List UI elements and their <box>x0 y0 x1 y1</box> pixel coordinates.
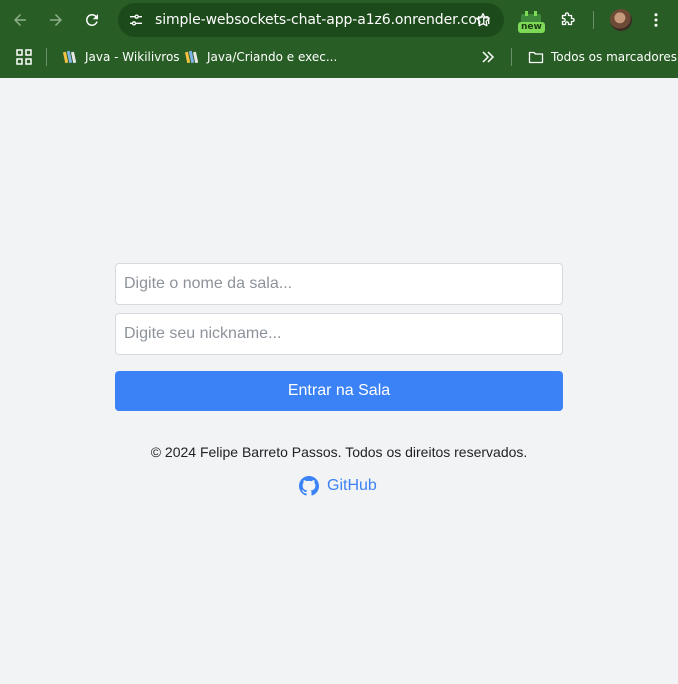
bookmarks-bar: Java - Wikilivros Java/Criando e exec...… <box>0 40 678 74</box>
room-name-input[interactable] <box>115 263 563 305</box>
nickname-input[interactable] <box>115 313 563 355</box>
enter-room-button[interactable]: Entrar na Sala <box>115 371 563 411</box>
double-chevron-right-icon <box>482 51 495 63</box>
bookmark-java-wikilivros[interactable]: Java - Wikilivros <box>62 40 180 74</box>
kebab-menu-icon <box>654 13 658 27</box>
github-label: GitHub <box>327 477 377 494</box>
apps-button[interactable] <box>16 40 32 74</box>
page-content: Entrar na Sala © 2024 Felipe Barreto Pas… <box>0 78 678 684</box>
toolbar-divider <box>593 11 594 29</box>
browser-menu-button[interactable] <box>642 6 670 34</box>
apps-grid-icon <box>16 49 32 65</box>
address-bar[interactable]: simple-websockets-chat-app-a1z6.onrender… <box>118 3 504 37</box>
bookmarks-divider <box>46 48 47 66</box>
reload-button[interactable] <box>78 6 106 34</box>
arrow-left-icon <box>14 14 26 26</box>
browser-toolbar: simple-websockets-chat-app-a1z6.onrender… <box>0 0 678 40</box>
profile-avatar[interactable] <box>610 9 632 31</box>
extensions-button[interactable] <box>553 6 581 34</box>
more-bookmarks-button[interactable] <box>480 40 496 74</box>
address-url: simple-websockets-chat-app-a1z6.onrender… <box>155 12 491 28</box>
site-settings-icon[interactable] <box>126 10 146 30</box>
bookmark-label: Java - Wikilivros <box>85 50 180 64</box>
reload-icon <box>85 13 98 26</box>
bookmarks-divider <box>511 48 512 66</box>
extension-badge: new <box>518 22 545 33</box>
bookmark-label: Java/Criando e exec... <box>207 50 338 64</box>
github-link[interactable]: GitHub <box>299 474 377 498</box>
bookmark-star-icon[interactable] <box>474 11 492 29</box>
back-button[interactable] <box>6 6 34 34</box>
browser-chrome: simple-websockets-chat-app-a1z6.onrender… <box>0 0 678 78</box>
folder-icon <box>528 51 544 64</box>
puzzle-icon <box>561 12 575 26</box>
bookmark-java-criando[interactable]: Java/Criando e exec... <box>184 40 337 74</box>
forward-button[interactable] <box>42 6 70 34</box>
wikibooks-icon <box>184 50 199 64</box>
copyright-text: © 2024 Felipe Barreto Passos. Todos os d… <box>150 444 528 460</box>
github-icon <box>299 476 319 496</box>
all-bookmarks-label: Todos os marcadores <box>551 50 677 64</box>
all-bookmarks-button[interactable]: Todos os marcadores <box>528 40 677 74</box>
arrow-right-icon <box>50 14 62 26</box>
wikibooks-icon <box>62 50 77 64</box>
